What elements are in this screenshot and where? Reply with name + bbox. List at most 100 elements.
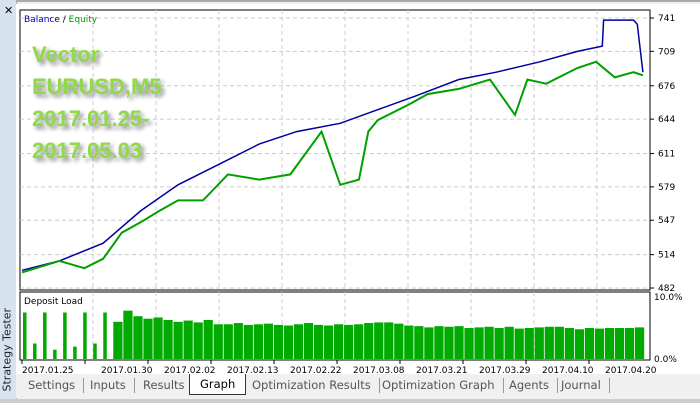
deposit-load-bar	[534, 327, 544, 359]
divider	[16, 0, 700, 2]
deposit-load-bar	[283, 325, 294, 359]
deposit-load-bar	[173, 321, 183, 359]
deposit-load-bar	[153, 317, 163, 359]
deposit-load-bar	[73, 346, 77, 359]
deposit-load-bar	[83, 312, 87, 359]
deposit-load-bar	[313, 324, 324, 359]
y-tick-label: 709	[658, 47, 675, 57]
panel-title: Strategy Tester	[0, 307, 14, 392]
deposit-load-bar	[263, 323, 274, 359]
deposit-load-bar	[23, 312, 27, 359]
deposit-load-bar	[424, 327, 434, 359]
deposit-load-bar	[243, 324, 253, 359]
deposit-load-bar	[193, 322, 203, 359]
y-tick-label: 611	[658, 150, 675, 160]
deposit-load-bar	[594, 328, 605, 359]
deposit-load-bar	[53, 349, 57, 359]
y-tick-label: 644	[658, 115, 675, 125]
deposit-load-bar	[554, 326, 564, 359]
deposit-load-bar	[143, 318, 153, 359]
deposit-load-bar	[434, 326, 444, 359]
tab-results[interactable]: Results	[135, 378, 194, 393]
status-strip	[0, 399, 700, 403]
deposit-load-bar	[43, 312, 47, 359]
deposit-load-bar	[614, 328, 625, 359]
deposit-load-bar	[123, 310, 133, 359]
deposit-load-bar	[303, 323, 314, 359]
deposit-load-bar	[494, 328, 504, 359]
deposit-load-bar	[624, 328, 635, 359]
y-tick-label: 676	[658, 82, 675, 92]
deposit-load-bar	[323, 325, 334, 359]
deposit-load-bar	[113, 321, 123, 359]
deposit-load-bar	[414, 326, 424, 359]
deposit-load-bar	[584, 328, 595, 359]
watermark-line: 2017.01.25-	[32, 106, 150, 131]
deposit-load-bar	[293, 324, 304, 359]
x-tick-label: 2017.02.22	[290, 366, 342, 374]
x-tick-label: 2017.04.10	[542, 366, 594, 374]
chart-legend: Balance / Equity	[24, 15, 98, 25]
x-tick-label: 2017.03.08	[353, 366, 405, 374]
deposit-load-bar	[253, 324, 263, 359]
x-tick-label: 2017.01.30	[101, 366, 153, 374]
deposit-load-bar	[273, 324, 284, 359]
x-tick-label: 2017.03.21	[416, 366, 468, 374]
deposit-load-bar	[604, 328, 615, 359]
deposit-load-bar	[103, 312, 107, 359]
tab-bar: Settings Inputs Results Graph Optimizati…	[16, 374, 700, 398]
tab-journal[interactable]: Journal	[553, 378, 610, 393]
x-tick-label: 2017.03.29	[479, 366, 531, 374]
deposit-load-bar	[634, 327, 645, 359]
deposit-load-bar	[484, 326, 494, 359]
tab-agents[interactable]: Agents	[501, 378, 559, 393]
deposit-load-bar	[63, 312, 67, 359]
deposit-load-bar	[574, 329, 585, 359]
y-tick-label: 579	[658, 183, 675, 193]
y-tick-label: 514	[658, 251, 675, 261]
close-icon[interactable]: ✕	[4, 4, 13, 17]
strategy-tester-sidebar: ✕ Strategy Tester	[0, 0, 17, 403]
deposit-load-bar	[384, 322, 394, 359]
deposit-load-bar	[504, 326, 514, 359]
deposit-load-bar	[334, 324, 344, 359]
deposit-load-bar	[444, 326, 454, 359]
deposit-load-bar	[394, 323, 404, 359]
y-tick-label: 547	[658, 216, 675, 226]
deposit-load-bar	[454, 326, 464, 359]
deposit-load-bar	[404, 325, 414, 359]
tab-settings[interactable]: Settings	[20, 378, 85, 393]
deposit-load-title: Deposit Load	[24, 297, 83, 307]
deposit-load-bar	[464, 328, 474, 359]
deposit-load-bar	[183, 320, 193, 359]
deposit-load-bar	[474, 327, 484, 359]
watermark-line: Vector	[32, 42, 100, 67]
deposit-load-bar	[203, 319, 213, 359]
deposit-load-bar	[223, 324, 233, 359]
chart-svg: 741709676644611579547514482Balance / Equ…	[19, 9, 683, 376]
watermark-line: 2017.05.03	[32, 138, 143, 163]
deposit-load-bar	[374, 322, 384, 359]
tab-optimization-results[interactable]: Optimization Results	[244, 378, 380, 393]
deposit-load-bar	[213, 324, 223, 359]
x-tick-label: 2017.02.13	[227, 366, 279, 374]
deposit-load-bar	[33, 343, 37, 359]
deposit-load-bar	[564, 328, 574, 359]
deposit-load-bar	[344, 324, 354, 359]
x-tick-label: 2017.02.02	[164, 366, 216, 374]
watermark-line: EURUSD,M5	[32, 74, 162, 99]
y-tick-label: 0.0%	[654, 355, 677, 365]
deposit-load-bar	[514, 328, 524, 359]
deposit-load-bar	[93, 343, 97, 359]
tab-optimization-graph[interactable]: Optimization Graph	[374, 378, 504, 393]
graph-area: 741 709 676 644 611 579 547 514 482 Balance / Equ…	[16, 4, 700, 376]
x-tick-label: 2017.01.25	[22, 366, 74, 374]
tab-inputs[interactable]: Inputs	[82, 378, 135, 393]
deposit-load-bar	[354, 324, 364, 359]
y-tick-label: 741	[658, 14, 675, 24]
deposit-load-bar	[163, 319, 173, 359]
deposit-load-bar	[544, 326, 554, 359]
tab-graph[interactable]: Graph	[189, 374, 247, 395]
x-tick-label: 2017.04.20	[605, 366, 657, 374]
y-tick-label: 10.0%	[654, 293, 683, 303]
